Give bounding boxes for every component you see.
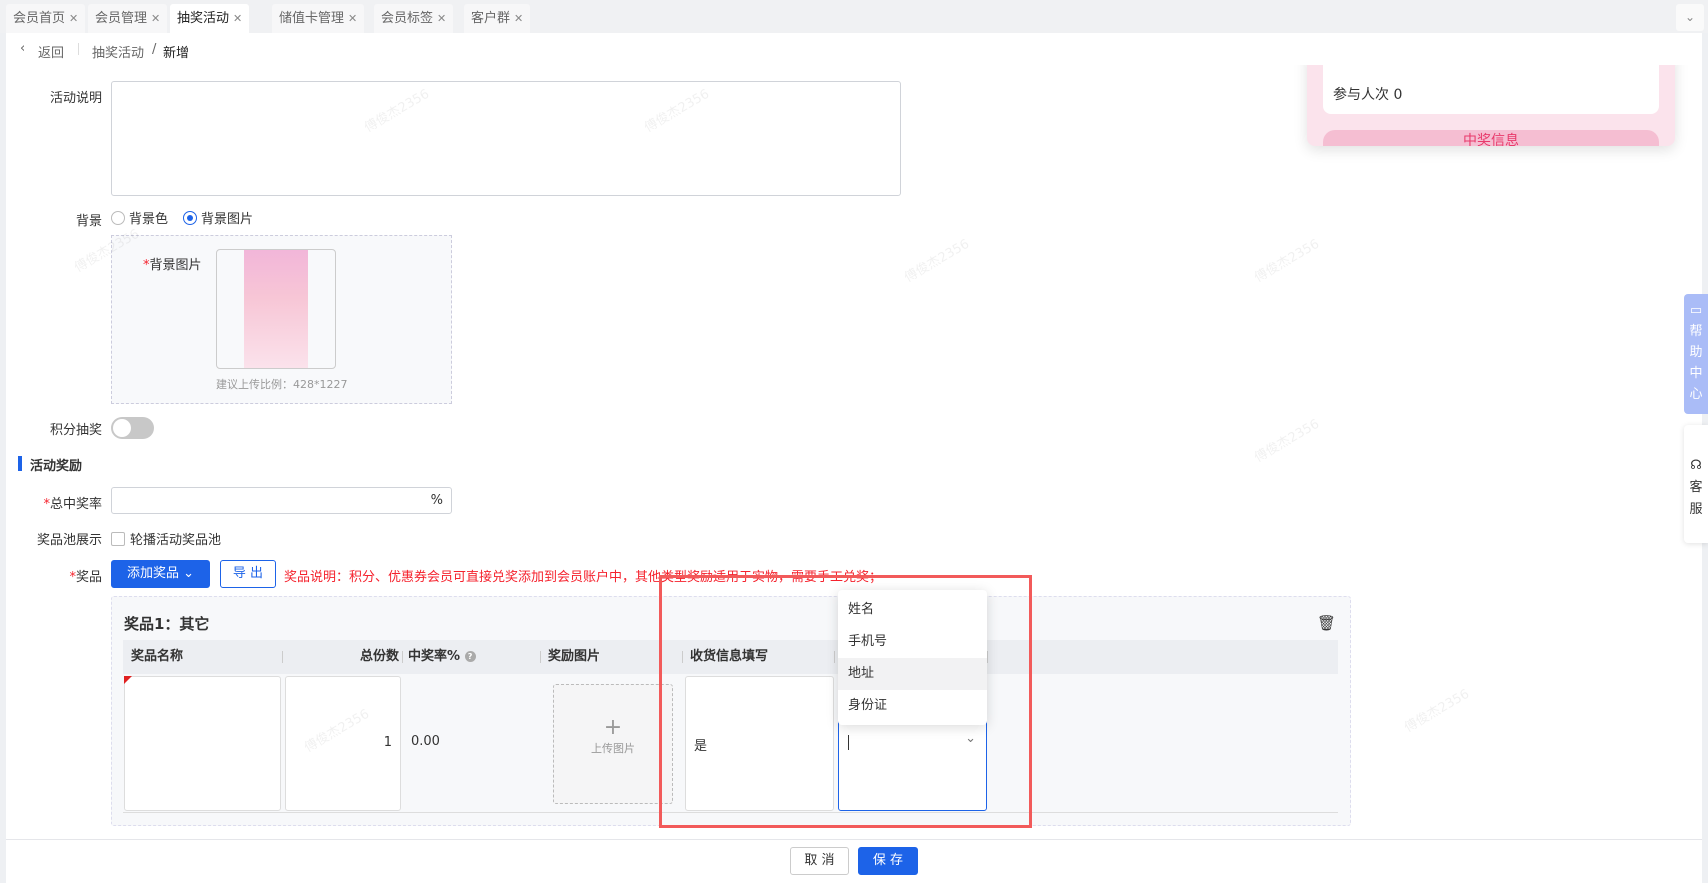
back-link[interactable]: 返回 bbox=[38, 42, 64, 61]
breadcrumb-parent[interactable]: 抽奖活动 bbox=[92, 42, 144, 61]
prize-card-title: 奖品1：其它 bbox=[124, 615, 210, 633]
tab-member-tags[interactable]: 会员标签 ✕ bbox=[374, 4, 454, 33]
prize-name-input[interactable] bbox=[124, 676, 281, 811]
points-draw-toggle[interactable] bbox=[111, 417, 154, 439]
description-label: 活动说明 bbox=[49, 91, 102, 106]
radio-label: 背景色 bbox=[129, 212, 169, 227]
dropdown-option-address[interactable]: 地址 bbox=[838, 658, 987, 690]
radio-label: 背景图片 bbox=[201, 212, 254, 227]
info-field-dropdown: 姓名 手机号 地址 身份证 bbox=[838, 590, 987, 725]
section-title: 活动奖励 bbox=[30, 459, 83, 474]
prize-rate-value: 0.00 bbox=[411, 734, 440, 749]
participants-count: 参与人次 0 bbox=[1333, 87, 1403, 103]
shipping-value: 是 bbox=[694, 739, 708, 754]
help-label: 帮助中心 bbox=[1689, 324, 1703, 402]
prize-note: 奖品说明：积分、优惠券会员可直接兑奖添加到会员账户中，其他类型奖励适用于实物，需… bbox=[284, 570, 883, 585]
chevron-down-icon[interactable]: ⌄ bbox=[965, 731, 976, 746]
tab-member-manage[interactable]: 会员管理 ✕ bbox=[88, 4, 168, 33]
breadcrumb: ‹ 返回 抽奖活动 / 新增 bbox=[6, 33, 1702, 65]
watermark: 傅俊杰2356 bbox=[1252, 236, 1323, 286]
dropdown-option-phone[interactable]: 手机号 bbox=[838, 626, 987, 658]
total-rate-input[interactable]: % bbox=[111, 487, 452, 514]
col-shipping: 收货信息填写 bbox=[690, 649, 769, 664]
description-textarea[interactable] bbox=[111, 81, 901, 196]
tab-label: 抽奖活动 bbox=[177, 11, 230, 26]
bg-image-label: *背景图片 bbox=[143, 258, 202, 273]
radio-bg-color[interactable]: 背景色 bbox=[111, 208, 168, 227]
save-button[interactable]: 保 存 bbox=[858, 847, 918, 875]
shipping-select[interactable]: 是 bbox=[685, 676, 834, 811]
close-icon[interactable]: ✕ bbox=[233, 12, 242, 25]
tab-member-home[interactable]: 会员首页 ✕ bbox=[6, 4, 86, 33]
col-image: 奖励图片 bbox=[548, 649, 601, 664]
required-corner-marker bbox=[124, 676, 132, 684]
watermark: 傅俊杰2356 bbox=[1252, 416, 1323, 466]
close-icon[interactable]: ✕ bbox=[151, 12, 160, 25]
message-icon: ▭ bbox=[1689, 303, 1703, 318]
col-total: 总份数 bbox=[359, 649, 399, 664]
pool-label: 奖品池展示 bbox=[36, 533, 102, 548]
footer-bar bbox=[6, 839, 1702, 883]
tab-label: 会员管理 bbox=[95, 11, 148, 26]
tab-lottery[interactable]: 抽奖活动 ✕ bbox=[170, 4, 250, 33]
add-prize-button[interactable]: 添加奖品 ⌄ bbox=[111, 560, 210, 588]
points-draw-label: 积分抽奖 bbox=[49, 423, 102, 438]
total-value: 1 bbox=[383, 735, 392, 750]
prize-table-header: 奖品名称 总份数 中奖率% ? 奖励图片 收货信息填写 bbox=[123, 640, 1338, 674]
winner-info-tab[interactable]: 中奖信息 bbox=[1323, 130, 1659, 146]
watermark: 傅俊杰2356 bbox=[1402, 686, 1473, 736]
upload-image-button[interactable]: + 上传图片 bbox=[553, 684, 673, 804]
plus-icon: + bbox=[603, 715, 623, 740]
upload-label: 上传图片 bbox=[591, 742, 635, 755]
back-chevron-icon[interactable]: ‹ bbox=[20, 41, 25, 56]
dropdown-option-id-card[interactable]: 身份证 bbox=[838, 690, 987, 722]
background-label: 背景 bbox=[75, 214, 102, 229]
watermark: 傅俊杰2356 bbox=[902, 236, 973, 286]
cancel-button[interactable]: 取 消 bbox=[790, 847, 849, 875]
checkbox-icon[interactable] bbox=[111, 532, 125, 546]
customer-service-button[interactable]: ☊ 客服 bbox=[1684, 425, 1708, 543]
prize-total-input[interactable]: 1 bbox=[285, 676, 401, 811]
checkbox-label: 轮播活动奖品池 bbox=[130, 533, 222, 548]
bg-image-panel: *背景图片 建议上传比例：428*1227 bbox=[111, 235, 452, 404]
total-rate-label: *总中奖率 bbox=[43, 497, 102, 512]
percent-suffix: % bbox=[430, 493, 443, 508]
close-icon[interactable]: ✕ bbox=[437, 12, 446, 25]
radio-icon[interactable] bbox=[111, 211, 125, 225]
export-button[interactable]: 导 出 bbox=[220, 560, 276, 588]
close-icon[interactable]: ✕ bbox=[69, 12, 78, 25]
trash-icon[interactable]: 🗑 bbox=[1317, 614, 1336, 632]
col-name: 奖品名称 bbox=[131, 649, 184, 664]
radio-checked-icon[interactable] bbox=[183, 211, 197, 225]
chevron-down-icon: ⌄ bbox=[183, 566, 195, 581]
tab-customer-group[interactable]: 客户群 ✕ bbox=[464, 4, 531, 33]
pool-checkbox[interactable]: 轮播活动奖品池 bbox=[111, 529, 221, 548]
bg-image-hint: 建议上传比例：428*1227 bbox=[216, 378, 348, 391]
col-rate: 中奖率% ? bbox=[408, 640, 476, 674]
prize-label: *奖品 bbox=[69, 570, 102, 585]
section-marker bbox=[18, 456, 22, 471]
tab-label: 会员首页 bbox=[13, 11, 66, 26]
headset-icon: ☊ bbox=[1690, 458, 1702, 473]
breadcrumb-current: 新增 bbox=[163, 46, 190, 61]
tab-label: 会员标签 bbox=[381, 11, 434, 26]
tab-stored-card[interactable]: 储值卡管理 ✕ bbox=[272, 4, 365, 33]
tab-label: 储值卡管理 bbox=[279, 11, 345, 26]
close-icon[interactable]: ✕ bbox=[348, 12, 357, 25]
dropdown-option-name[interactable]: 姓名 bbox=[838, 594, 987, 626]
help-icon[interactable]: ? bbox=[464, 651, 476, 662]
bg-image-thumbnail[interactable] bbox=[216, 249, 336, 369]
radio-bg-image[interactable]: 背景图片 bbox=[183, 208, 253, 227]
tab-label: 客户群 bbox=[471, 11, 511, 26]
service-label: 客服 bbox=[1689, 480, 1703, 517]
tab-bar: 会员首页 ✕ 会员管理 ✕ 抽奖活动 ✕ 储值卡管理 ✕ 会员标签 ✕ 客户群 ✕ ⌄ bbox=[0, 0, 1708, 33]
close-icon[interactable]: ✕ bbox=[514, 12, 523, 25]
text-cursor bbox=[848, 735, 849, 750]
help-center-button[interactable]: ▭ 帮助中心 bbox=[1684, 294, 1708, 414]
tabs-more-chevron-icon[interactable]: ⌄ bbox=[1676, 4, 1704, 31]
left-gutter bbox=[0, 33, 6, 883]
